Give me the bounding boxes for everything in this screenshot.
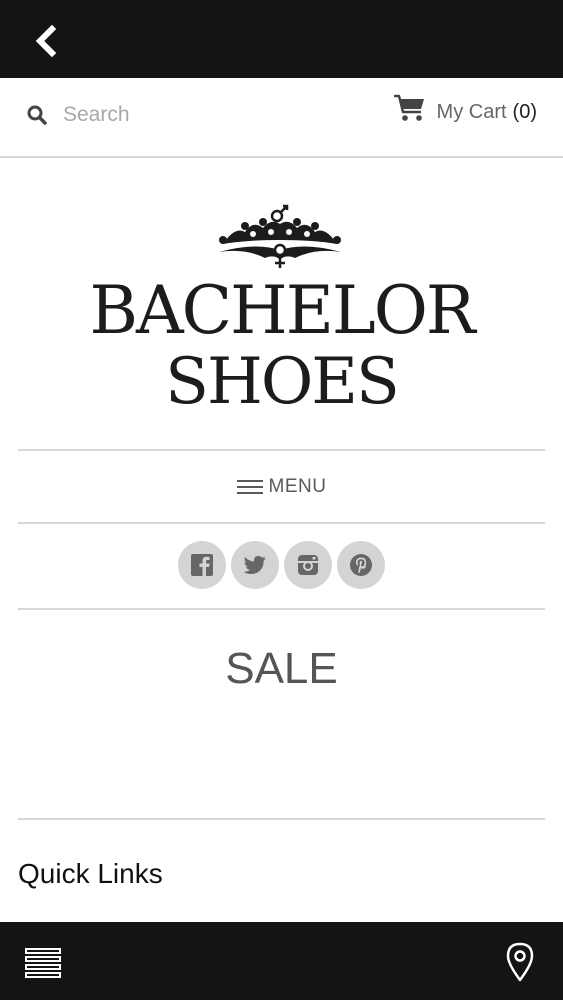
cart-link[interactable]: My Cart (0) <box>393 92 537 132</box>
crown-icon <box>219 204 341 268</box>
instagram-icon <box>298 555 318 575</box>
twitter-icon <box>243 556 266 574</box>
menu-lines-icon <box>236 480 263 494</box>
divider <box>18 449 545 451</box>
facebook-icon <box>191 554 213 576</box>
instagram-button[interactable] <box>284 541 332 589</box>
quick-links-heading: Quick Links <box>18 858 163 889</box>
cart-count: (0) <box>512 100 537 123</box>
menu-label: MENU <box>268 476 327 497</box>
divider <box>18 522 545 524</box>
cart-label: My Cart <box>436 100 507 123</box>
divider <box>18 608 545 610</box>
pinterest-button[interactable] <box>337 541 385 589</box>
top-bar <box>0 0 563 78</box>
menu-button[interactable]: MENU <box>0 470 563 504</box>
brand-name-line2: SHOES <box>165 345 400 419</box>
header: My Cart (0) <box>0 78 563 158</box>
facebook-button[interactable] <box>178 541 226 589</box>
location-pin-icon[interactable] <box>505 942 535 982</box>
twitter-button[interactable] <box>231 541 279 589</box>
hamburger-icon[interactable] <box>24 946 62 980</box>
back-chevron-icon[interactable] <box>30 24 64 58</box>
search-icon <box>27 105 47 125</box>
pinterest-icon <box>350 554 372 576</box>
brand-logo[interactable]: BACHELOR SHOES <box>40 190 523 425</box>
divider <box>18 818 545 820</box>
bottom-bar <box>0 922 563 1000</box>
shopping-cart-icon <box>393 94 424 121</box>
social-links <box>0 541 563 591</box>
search-input[interactable] <box>58 98 238 132</box>
brand-name-line1: BACHELOR <box>89 272 475 349</box>
sale-heading: SALE <box>225 644 338 693</box>
